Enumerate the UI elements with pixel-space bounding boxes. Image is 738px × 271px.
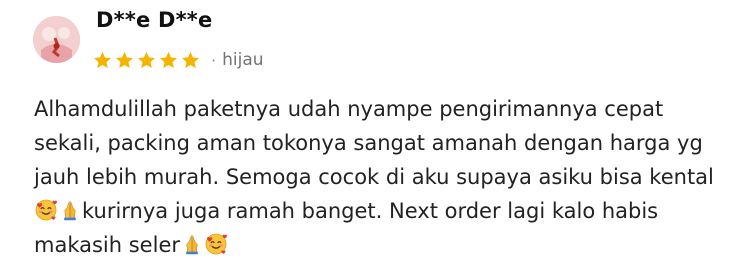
folded-hands-icon — [58, 198, 82, 222]
smiling-face-with-hearts-icon — [34, 198, 58, 222]
folded-hands-icon — [180, 232, 204, 256]
star-rating — [92, 50, 201, 71]
product-variant: hijau — [222, 50, 264, 70]
reviewer-name: D**e D**e — [96, 8, 213, 32]
review-text-part2: kurirnya juga ramah banget. Next order l… — [34, 199, 659, 257]
star-icon — [182, 51, 199, 68]
rating-row: · hijau — [92, 48, 264, 72]
review-text: Alhamdulillah paketnya udah nyampe pengi… — [34, 92, 724, 262]
separator-dot: · — [211, 50, 217, 70]
avatar-image — [33, 16, 80, 63]
star-icon — [138, 51, 155, 68]
smiling-face-with-hearts-icon — [204, 232, 228, 256]
reviewer-avatar[interactable] — [33, 16, 80, 63]
review-card: D**e D**e · hijau Alhamdulillah paketnya… — [0, 0, 738, 271]
star-icon — [94, 51, 111, 68]
review-text-part1: Alhamdulillah paketnya udah nyampe pengi… — [34, 97, 714, 189]
star-icon — [116, 51, 133, 68]
star-icon — [160, 51, 177, 68]
